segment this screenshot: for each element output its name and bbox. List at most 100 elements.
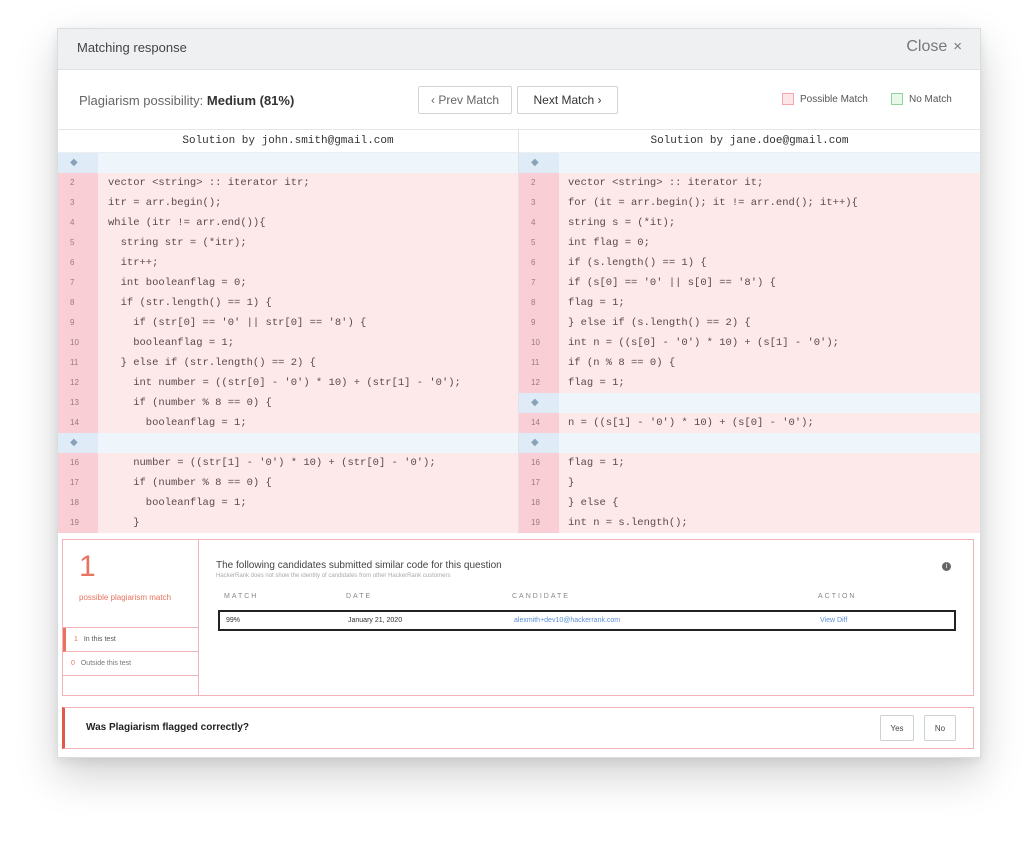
code-line: 3 for (it = arr.begin(); it != arr.end();…	[519, 193, 980, 213]
collapsed-lines-row[interactable]: ◆	[519, 153, 980, 173]
code-text: itr++;	[108, 257, 159, 269]
line-number: 2	[519, 173, 559, 193]
line-number: 5	[519, 233, 559, 253]
code-text: int number = ((str[0] - '0') * 10) + (st…	[108, 377, 461, 389]
collapsed-lines-row[interactable]: ◆	[58, 433, 518, 453]
legend-possible-label: Possible Match	[800, 93, 868, 105]
diff-view[interactable]: Solution by john.smith@gmail.com ◆ 2 vecto…	[58, 130, 980, 534]
no-button[interactable]: No	[924, 715, 956, 741]
match-count-label: possible plagiarism match	[79, 593, 172, 602]
line-number: 12	[58, 373, 98, 393]
code-text: booleanflag = 1;	[108, 497, 247, 509]
code-line: 12 flag = 1;	[519, 373, 980, 393]
match-date: January 21, 2020	[348, 617, 403, 624]
code-line: 4 while (itr != arr.end()){	[58, 213, 518, 233]
collapsed-lines-row[interactable]: ◆	[519, 393, 980, 413]
feedback-question: Was Plagiarism flagged correctly?	[86, 722, 250, 733]
code-text: if (str.length() == 1) {	[108, 297, 272, 309]
code-text: number = ((str[1] - '0') * 10) + (str[0]…	[108, 457, 436, 469]
expand-icon[interactable]: ◆	[519, 433, 559, 453]
column-header-action: ACTION	[818, 593, 857, 600]
code-text: booleanflag = 1;	[108, 337, 235, 349]
line-number: 19	[519, 513, 559, 533]
info-icon[interactable]: i	[942, 562, 951, 571]
line-number: 18	[58, 493, 98, 513]
plagiarism-feedback: Was Plagiarism flagged correctly? Yes No	[62, 707, 974, 749]
column-header-match: MATCH	[224, 593, 259, 600]
matching-response-modal: Matching response Close × Plagiarism poss…	[57, 28, 981, 758]
line-number: 9	[58, 313, 98, 333]
collapsed-lines-row[interactable]: ◆	[519, 433, 980, 453]
code-line: 14 booleanflag = 1;	[58, 413, 518, 433]
code-text: } else if (str.length() == 2) {	[108, 357, 316, 369]
expand-icon[interactable]: ◆	[58, 433, 98, 453]
no-match-swatch	[891, 93, 903, 105]
left-solution-pane[interactable]: Solution by john.smith@gmail.com ◆ 2 vecto…	[58, 130, 519, 534]
code-line: 10 int n = ((s[0] - '0') * 10) + (s[1] - …	[519, 333, 980, 353]
code-text: int n = s.length();	[568, 517, 688, 529]
code-line: 17}	[519, 473, 980, 493]
line-number: 8	[58, 293, 98, 313]
line-number: 7	[58, 273, 98, 293]
filter-outside-this-test[interactable]: 0 Outside this test	[63, 652, 198, 676]
match-summary-sidebar: 1 possible plagiarism match 1 In this te…	[63, 540, 199, 695]
expand-icon[interactable]: ◆	[58, 153, 98, 173]
view-diff-link[interactable]: View Diff	[820, 617, 847, 624]
line-number: 13	[58, 393, 98, 413]
code-text: if (number % 8 == 0) {	[108, 477, 272, 489]
filter-in-this-test[interactable]: 1 In this test	[63, 628, 198, 652]
match-count-box: 1 possible plagiarism match	[63, 540, 198, 628]
code-text: vector <string> :: iterator it;	[568, 177, 764, 189]
code-line: 7 int booleanflag = 0;	[58, 273, 518, 293]
code-line: 18} else {	[519, 493, 980, 513]
line-number: 7	[519, 273, 559, 293]
table-row[interactable]: 99% January 21, 2020 alexmith+dev10@hack…	[218, 610, 956, 631]
code-text: int n = ((s[0] - '0') * 10) + (s[1] - '0…	[568, 337, 839, 349]
close-button[interactable]: Close ×	[906, 38, 962, 56]
in-test-count: 1	[74, 636, 78, 643]
legend-possible-match: Possible Match	[782, 93, 868, 105]
code-line: 12 int number = ((str[0] - '0') * 10) + …	[58, 373, 518, 393]
left-code-rows: ◆ 2 vector <string> :: iterator itr; 3 itr =…	[58, 153, 518, 533]
line-number: 14	[58, 413, 98, 433]
code-line: 16 number = ((str[1] - '0') * 10) + (str…	[58, 453, 518, 473]
right-solution-pane[interactable]: Solution by jane.doe@gmail.com ◆ 2 vector …	[519, 130, 980, 534]
code-text: string s = (*it);	[568, 217, 676, 229]
candidates-subtext: HackerRank does not show the identity of…	[216, 573, 451, 579]
yes-button[interactable]: Yes	[880, 715, 914, 741]
code-text: if (s[0] == '0' || s[0] == '8') {	[568, 277, 776, 289]
code-line: 9 if (str[0] == '0' || str[0] == '8') {	[58, 313, 518, 333]
close-icon: ×	[953, 38, 962, 55]
code-line: 11 if (n % 8 == 0) {	[519, 353, 980, 373]
prev-match-button[interactable]: ‹ Prev Match	[418, 86, 512, 114]
code-text: string str = (*itr);	[108, 237, 247, 249]
code-text: } else {	[568, 497, 619, 509]
code-text: flag = 1;	[568, 457, 625, 469]
plagiarism-summary-panel: 1 possible plagiarism match 1 In this te…	[62, 539, 974, 696]
possibility-value: Medium (81%)	[206, 93, 295, 108]
code-text: flag = 1;	[568, 377, 625, 389]
expand-icon[interactable]: ◆	[519, 153, 559, 173]
line-number: 11	[519, 353, 559, 373]
collapsed-lines-row[interactable]: ◆	[58, 153, 518, 173]
code-line: 8 if (str.length() == 1) {	[58, 293, 518, 313]
candidate-email[interactable]: alexmith+dev10@hackerrank.com	[514, 617, 620, 624]
code-text: itr = arr.begin();	[108, 197, 222, 209]
code-line: 7 if (s[0] == '0' || s[0] == '8') {	[519, 273, 980, 293]
line-number: 5	[58, 233, 98, 253]
expand-icon[interactable]: ◆	[519, 393, 559, 413]
line-number: 11	[58, 353, 98, 373]
code-text: int booleanflag = 0;	[108, 277, 247, 289]
line-number: 8	[519, 293, 559, 313]
code-line: 9} else if (s.length() == 2) {	[519, 313, 980, 333]
next-match-button[interactable]: Next Match ›	[517, 86, 618, 114]
code-text: if (n % 8 == 0) {	[568, 357, 676, 369]
line-number: 17	[519, 473, 559, 493]
line-number: 4	[519, 213, 559, 233]
code-line: 17 if (number % 8 == 0) {	[58, 473, 518, 493]
in-test-label: In this test	[83, 636, 116, 643]
line-number: 9	[519, 313, 559, 333]
code-line: 6 itr++;	[58, 253, 518, 273]
code-line: 11 } else if (str.length() == 2) {	[58, 353, 518, 373]
code-text: booleanflag = 1;	[108, 417, 247, 429]
